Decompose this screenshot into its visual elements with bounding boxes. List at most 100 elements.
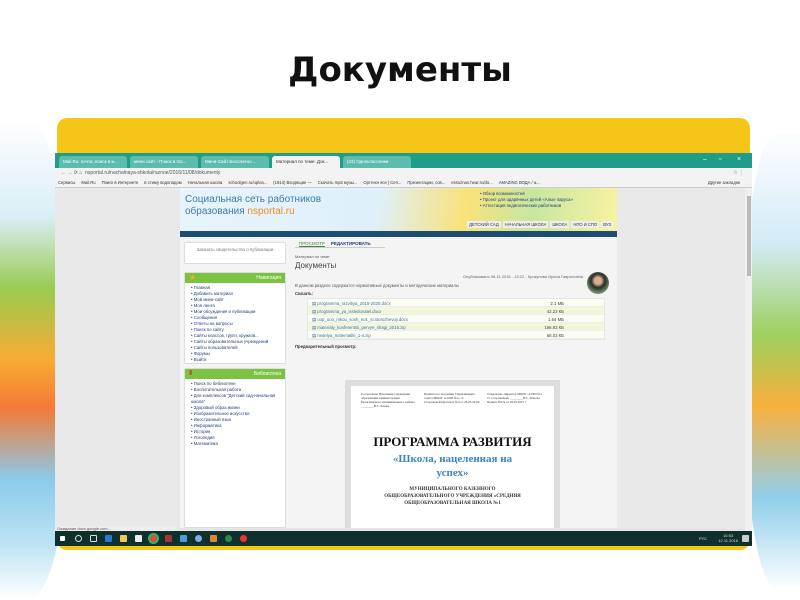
logo-line2: образования: [185, 206, 248, 217]
bookmark[interactable]: Оргтехн ясе | Сеп...: [363, 180, 401, 185]
doc-subheading: «Школа, нацеленная на успех»: [392, 453, 513, 479]
material-label: Материал по теме:: [295, 254, 331, 259]
nav-icons[interactable]: ← → ⟳ ⌂: [61, 170, 85, 176]
navigation-header: ★ Навигация: [185, 273, 285, 283]
file-row[interactable]: ▤ programma_ya_issledovatel.docx 42.23 КБ: [308, 307, 604, 315]
tab-edit[interactable]: РЕДАКТИРОВАТЬ: [331, 241, 371, 246]
minimize-icon[interactable]: –: [703, 156, 707, 163]
app-icon[interactable]: [180, 535, 187, 542]
file-row[interactable]: ▤ nedelya_matematiki_1-4.zip 68.03 КБ: [308, 331, 604, 339]
browser-tab[interactable]: мини сайт - Поиск в Go...: [130, 156, 198, 168]
other-bookmarks[interactable]: Другие закладки: [708, 180, 740, 185]
download-label: Скачать:: [295, 291, 314, 296]
browser-tab-active[interactable]: Материал по теме: Док...: [272, 156, 340, 168]
library-item[interactable]: Для комплексов "Детский сад-начальная шк…: [191, 393, 279, 405]
store-icon[interactable]: [135, 535, 142, 542]
header-link[interactable]: • Аттестация педагогических работников: [480, 203, 573, 209]
bookmark[interactable]: essoznan.hear.ru/do...: [451, 180, 492, 185]
tray-language[interactable]: РУС: [699, 536, 707, 541]
author-avatar[interactable]: [587, 272, 609, 294]
library-title: Библиотека: [253, 371, 281, 377]
bookmark[interactable]: Начальная школа: [188, 180, 223, 185]
bookmark[interactable]: Сервисы: [58, 180, 75, 185]
site-logo[interactable]: Социальная сеть работников образования n…: [185, 194, 321, 218]
bookmark[interactable]: (1914) Входящие —: [273, 180, 311, 185]
header-bar: [180, 231, 617, 237]
notifications-icon[interactable]: [742, 535, 749, 542]
bookmark[interactable]: в стиму водопадом: [144, 180, 181, 185]
tray-clock[interactable]: 16:53 12.11.2016: [718, 533, 738, 543]
bookmark[interactable]: Mail.Ru: [81, 180, 95, 185]
page-title: Документы: [295, 261, 337, 270]
task-view-icon[interactable]: [90, 535, 97, 542]
search-icon[interactable]: [75, 535, 82, 542]
file-row[interactable]: ▤ oop_ooo_mkou_sosh_no1_st.storozhevoy.d…: [308, 315, 604, 323]
maximize-icon[interactable]: ▫: [719, 156, 721, 163]
doc-approval-2: Принято на заседании Управляющего совета…: [424, 392, 481, 404]
close-icon[interactable]: ×: [737, 156, 741, 163]
doc-heading: ПРОГРАММА РАЗВИТИЯ: [373, 434, 532, 449]
star-icon[interactable]: ☆ ⋮: [733, 170, 744, 176]
library-header: ▮ Библиотека: [185, 369, 285, 379]
books-icon: ▮: [189, 370, 193, 376]
slide-title: Документы: [288, 50, 512, 90]
browser-tab[interactable]: Mail.Ru: почта, поиск в и...: [59, 156, 127, 168]
slide-decoration-right: [745, 130, 800, 590]
app-icon[interactable]: [225, 535, 232, 542]
yandex-icon[interactable]: [240, 535, 247, 542]
level-tab[interactable]: НПО И СПО: [571, 221, 600, 228]
bookmark[interactable]: schoolgen.ru/uploa...: [228, 180, 267, 185]
chrome-icon[interactable]: [150, 535, 157, 542]
url-text[interactable]: nsportal.ru/nachalnaya-shkola/raznoe/201…: [85, 170, 220, 176]
bookmark[interactable]: Презентации, сов...: [407, 180, 445, 185]
browser-tab[interactable]: Мини-Сайт Бесплатно ...: [201, 156, 269, 168]
app-icon[interactable]: [210, 535, 217, 542]
bookmark[interactable]: AMAZING ВОДА / a...: [499, 180, 540, 185]
start-icon[interactable]: [60, 536, 65, 541]
browser-tab[interactable]: (43) Одноклассники: [343, 156, 411, 168]
web-page: Социальная сеть работников образования n…: [55, 188, 745, 528]
certificate-link[interactable]: Заказать свидетельство о публикации: [184, 242, 286, 264]
file-size: 68.03 КБ: [546, 332, 564, 338]
doc-approval-1: Согласовано Начальник управления образов…: [361, 392, 415, 408]
app-icon[interactable]: [195, 535, 202, 542]
navigation-panel: ★Навигация ГлавнаяДобавить материалМой м…: [184, 272, 286, 364]
level-tab[interactable]: ШКОЛА: [550, 221, 570, 228]
browser-screenshot: Mail.Ru: почта, поиск в и... мини сайт -…: [55, 153, 752, 546]
file-name[interactable]: programma_ya_issledovatel.docx: [317, 309, 381, 314]
main-content: ПРОСМОТР РЕДАКТИРОВАТЬ Материал по теме: …: [295, 240, 613, 349]
level-tab[interactable]: ДЕТСКИЙ САД: [467, 221, 501, 228]
explorer-icon[interactable]: [120, 535, 127, 542]
file-row[interactable]: ▤ programma_razvitiya_2015-2020.docx 2.1 …: [308, 299, 604, 307]
page-scrollbar[interactable]: [745, 188, 752, 531]
file-size: 2.1 МБ: [550, 300, 564, 306]
document-preview[interactable]: Согласовано Начальник управления образов…: [345, 380, 560, 528]
description: В данном разделе содержатся нормативные …: [295, 283, 459, 288]
library-item[interactable]: Математика: [191, 441, 279, 447]
file-size: 166.93 КБ: [544, 324, 564, 330]
edge-icon[interactable]: [105, 535, 112, 542]
file-name[interactable]: materialy_konferentsii_pervye_shagi_2015…: [317, 325, 405, 330]
level-tab[interactable]: НАЧАЛЬНАЯ ШКОЛА: [502, 221, 549, 228]
app-icon[interactable]: [165, 535, 172, 542]
level-tab[interactable]: ВУЗ: [601, 221, 613, 228]
file-size: 42.23 КБ: [546, 308, 564, 314]
tab-view[interactable]: ПРОСМОТР: [299, 241, 325, 247]
published-info: Опубликовано 08.11.2016 - 13:22 - Крикун…: [463, 274, 583, 279]
bookmarks-bar: Сервисы Mail.Ru Поиск в Интернете в стиму в…: [55, 178, 752, 188]
file-name[interactable]: programma_razvitiya_2015-2020.docx: [317, 301, 390, 306]
doc-approval-3: Утверждаю Директор МКОУ «СОШ №1 ст. Стор…: [487, 392, 543, 404]
preview-label: Предварительный просмотр:: [295, 344, 357, 349]
tab-bar: Mail.Ru: почта, поиск в и... мини сайт -…: [55, 153, 752, 168]
logo-line1: Социальная сеть работников: [185, 194, 322, 205]
address-bar[interactable]: ← → ⟳ ⌂ nsportal.ru/nachalnaya-shkola/ra…: [55, 168, 752, 178]
file-name[interactable]: nedelya_matematiki_1-4.zip: [317, 333, 371, 338]
file-list: ▤ programma_razvitiya_2015-2020.docx 2.1 …: [307, 298, 605, 340]
bookmark[interactable]: Скачать mp3 музы...: [318, 180, 358, 185]
nav-item[interactable]: Выйти: [191, 357, 279, 363]
level-tabs: ДЕТСКИЙ САД НАЧАЛЬНАЯ ШКОЛА ШКОЛА НПО И СПО…: [465, 221, 613, 228]
file-name[interactable]: oop_ooo_mkou_sosh_no1_st.storozhevoy.doc…: [317, 317, 408, 322]
windows-taskbar: РУС 16:53 12.11.2016: [55, 531, 752, 546]
bookmark[interactable]: Поиск в Интернете: [102, 180, 139, 185]
file-row[interactable]: ▤ materialy_konferentsii_pervye_shagi_20…: [308, 323, 604, 331]
